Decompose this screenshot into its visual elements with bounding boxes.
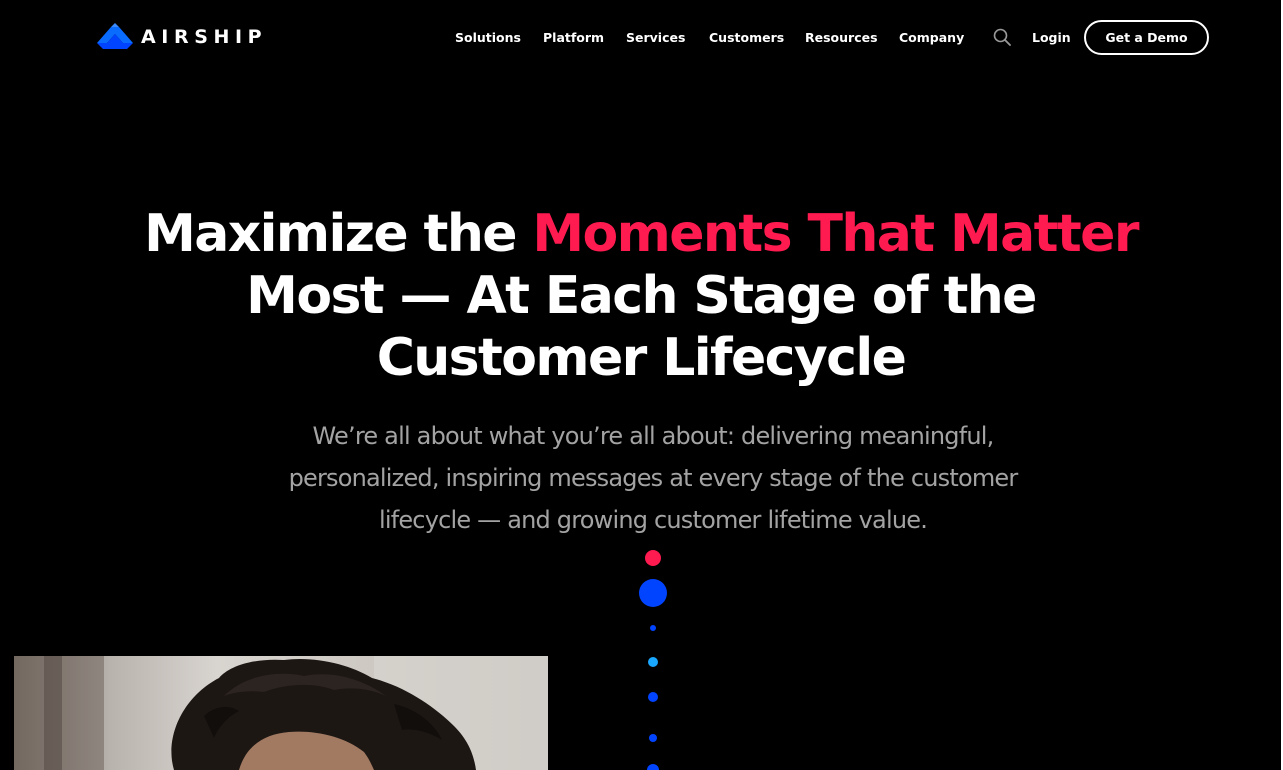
decor-dot xyxy=(648,657,658,667)
decor-dot xyxy=(647,764,659,770)
nav-item-customers[interactable]: Customers xyxy=(709,29,784,47)
decor-dot xyxy=(648,692,658,702)
photo-illustration xyxy=(14,656,548,770)
decor-dot xyxy=(649,734,657,742)
hero-title-lead: Maximize the xyxy=(144,204,533,264)
hero-title-highlight: Moments That Matter xyxy=(532,204,1139,264)
nav-item-solutions[interactable]: Solutions xyxy=(455,29,521,47)
hero-title-line-2: Most — At Each Stage of the xyxy=(246,266,1037,326)
hero-subtitle-line-1: We’re all about what you’re all about: d… xyxy=(312,422,995,450)
search-icon[interactable] xyxy=(993,28,1011,46)
nav-item-resources[interactable]: Resources xyxy=(805,29,878,47)
login-link[interactable]: Login xyxy=(1032,29,1071,47)
nav-item-company[interactable]: Company xyxy=(899,29,964,47)
hero-subtitle: We’re all about what you’re all about: d… xyxy=(265,415,1041,541)
nav-item-services[interactable]: Services xyxy=(626,29,685,47)
page-edge xyxy=(1281,0,1282,770)
person-with-curly-hair-photo xyxy=(14,656,548,770)
hero-title-line-3: Customer Lifecycle xyxy=(376,328,907,388)
hero-title: Maximize the Moments That Matter Most — … xyxy=(141,203,1141,389)
nav-item-platform[interactable]: Platform xyxy=(543,29,604,47)
site-header: AIRSHIP Solutions Platform Services Cust… xyxy=(0,0,1282,76)
hero-subtitle-line-3: lifecycle — and growing customer lifetim… xyxy=(378,506,928,534)
hero-subtitle-line-2: personalized, inspiring messages at ever… xyxy=(288,464,1019,492)
decor-dot xyxy=(645,550,661,566)
decor-dot xyxy=(650,625,656,631)
page: AIRSHIP Solutions Platform Services Cust… xyxy=(0,0,1282,770)
get-a-demo-button[interactable]: Get a Demo xyxy=(1084,20,1209,55)
decor-dot xyxy=(639,579,667,607)
